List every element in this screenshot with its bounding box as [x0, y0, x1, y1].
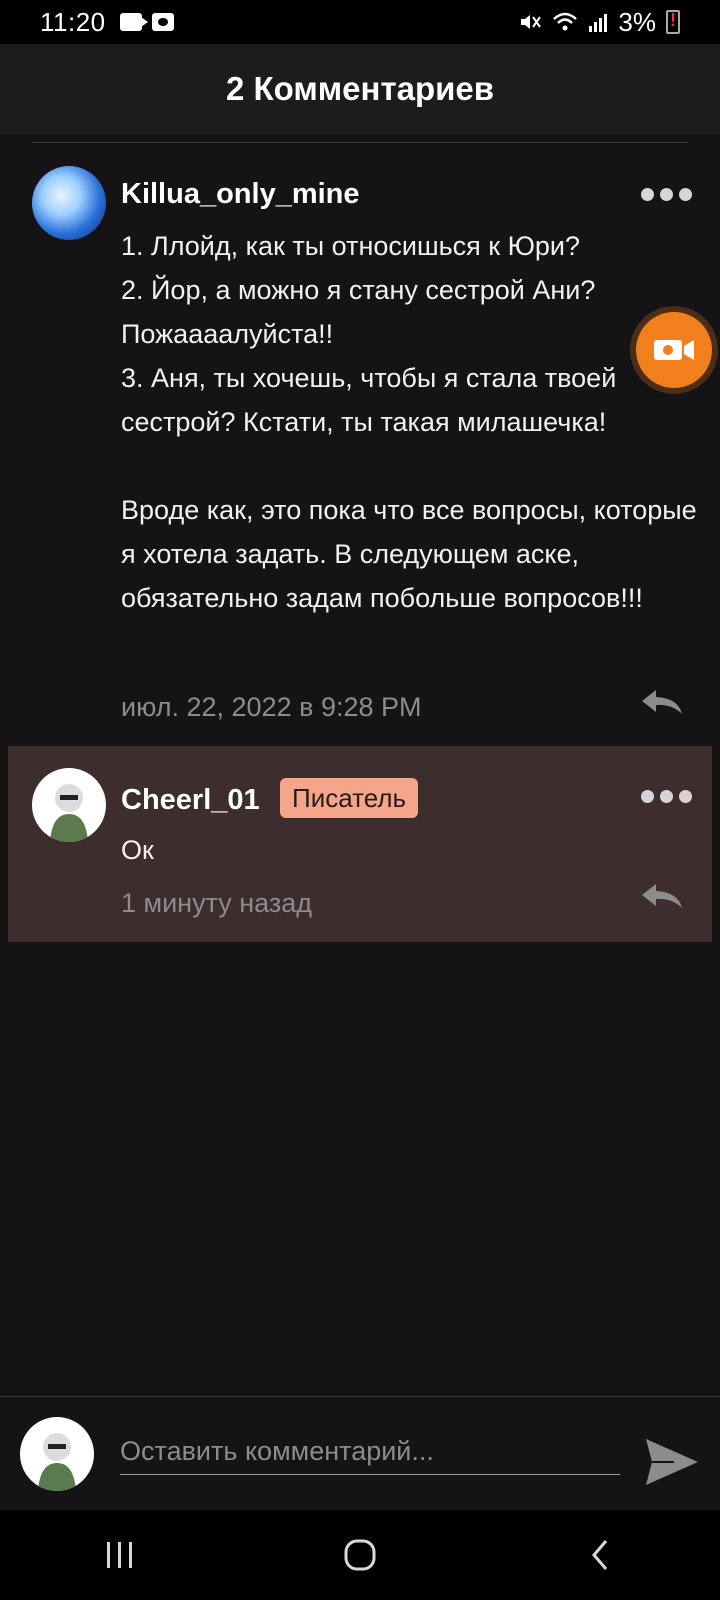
comment-composer	[0, 1396, 720, 1510]
signal-icon	[589, 14, 608, 32]
recent-apps-button[interactable]	[90, 1525, 150, 1585]
comment-author[interactable]: Cheerl_01	[121, 784, 260, 817]
more-icon[interactable]	[641, 188, 692, 201]
avatar[interactable]	[32, 166, 106, 240]
comment-text: Ок	[121, 835, 154, 865]
battery-percent: 3%	[618, 6, 656, 37]
system-nav-bar	[0, 1510, 720, 1600]
role-badge: Писатель	[280, 778, 419, 818]
app-header: 2 Комментариев	[0, 44, 720, 134]
page-title: 2 Комментариев	[225, 70, 495, 107]
wifi-icon	[553, 12, 578, 31]
status-time: 11:20	[40, 6, 106, 37]
comment-author[interactable]: Killua_only_mine	[121, 178, 360, 211]
screen-record-icon	[119, 13, 148, 31]
mute-icon	[521, 15, 542, 29]
comment-text: 1. Ллойд, как ты относишься к Юри? 2. Йо…	[121, 231, 697, 613]
send-icon[interactable]	[644, 1437, 700, 1487]
back-button[interactable]	[570, 1525, 630, 1585]
avatar[interactable]	[20, 1417, 94, 1491]
video-record-icon	[654, 340, 694, 360]
home-button[interactable]	[330, 1525, 390, 1585]
battery-icon	[666, 10, 680, 34]
reply-icon[interactable]	[640, 882, 684, 912]
comment-input[interactable]	[120, 1435, 620, 1475]
status-bar: 11:20 3%	[0, 0, 720, 44]
comment-item: Cheerl_01 Писатель Ок 1 минуту назад	[8, 746, 712, 942]
avatar[interactable]	[32, 768, 106, 842]
home-icon	[344, 1539, 376, 1571]
reply-icon[interactable]	[640, 688, 684, 718]
camera-icon	[151, 13, 174, 31]
comment-item: Killua_only_mine 1. Ллойд, как ты относи…	[8, 150, 712, 746]
recent-apps-icon	[107, 1542, 132, 1568]
divider	[32, 142, 688, 143]
more-icon[interactable]	[641, 790, 692, 803]
comment-timestamp: июл. 22, 2022 в 9:28 PM	[121, 692, 422, 722]
comment-timestamp: 1 минуту назад	[121, 888, 313, 918]
back-icon	[592, 1540, 608, 1570]
video-record-button[interactable]	[636, 312, 712, 388]
